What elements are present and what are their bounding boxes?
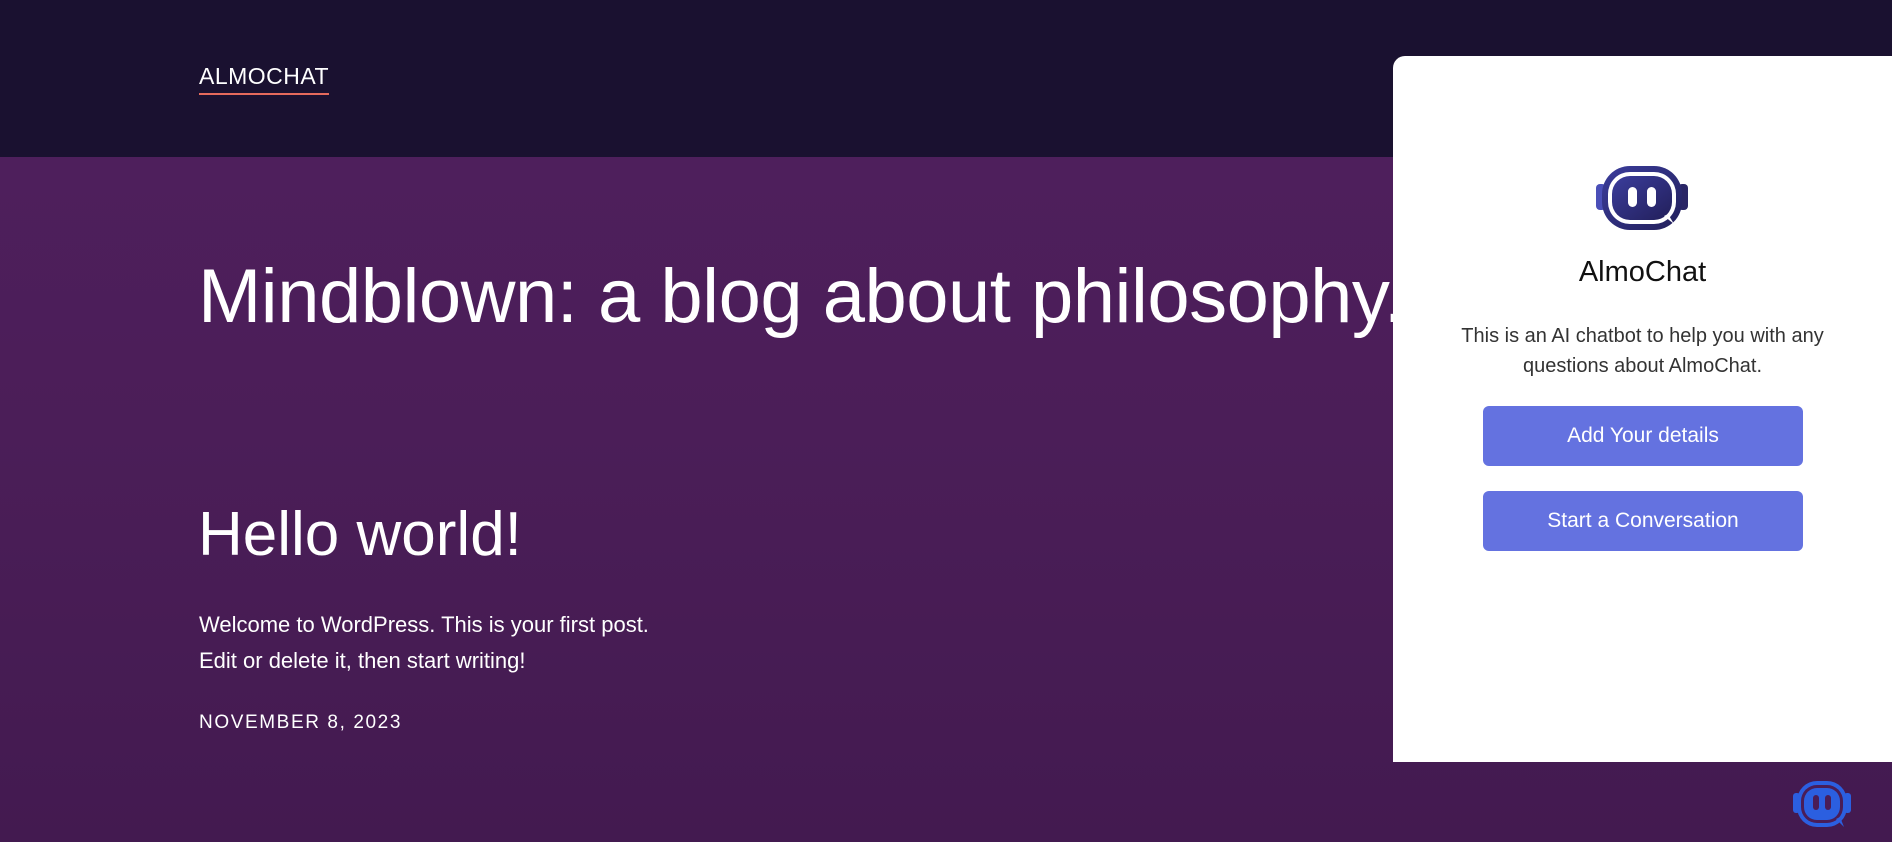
post-excerpt-line: Welcome to WordPress. This is your first… [199,612,649,637]
chat-launcher-button[interactable] [1792,779,1852,831]
chat-widget-panel: AlmoChat This is an AI chatbot to help y… [1393,56,1892,762]
site-title-link[interactable]: ALMOCHAT [199,62,330,95]
post-date: NOVEMBER 8, 2023 [199,712,403,733]
start-conversation-button[interactable]: Start a Conversation [1483,491,1803,551]
chatbot-name: AlmoChat [1578,256,1707,288]
post-excerpt: Welcome to WordPress. This is your first… [199,607,649,679]
chatbot-description: This is an AI chatbot to help you with a… [1461,325,1824,377]
site-tagline: Mindblown: a blog about philosophy. [198,254,1405,339]
post-title-link[interactable]: Hello world! [198,495,522,575]
post-excerpt-line: Edit or delete it, then start writing! [199,648,526,673]
robot-head-icon [1793,781,1851,827]
robot-head-icon [1596,166,1688,230]
add-your-details-button[interactable]: Add Your details [1483,406,1803,466]
